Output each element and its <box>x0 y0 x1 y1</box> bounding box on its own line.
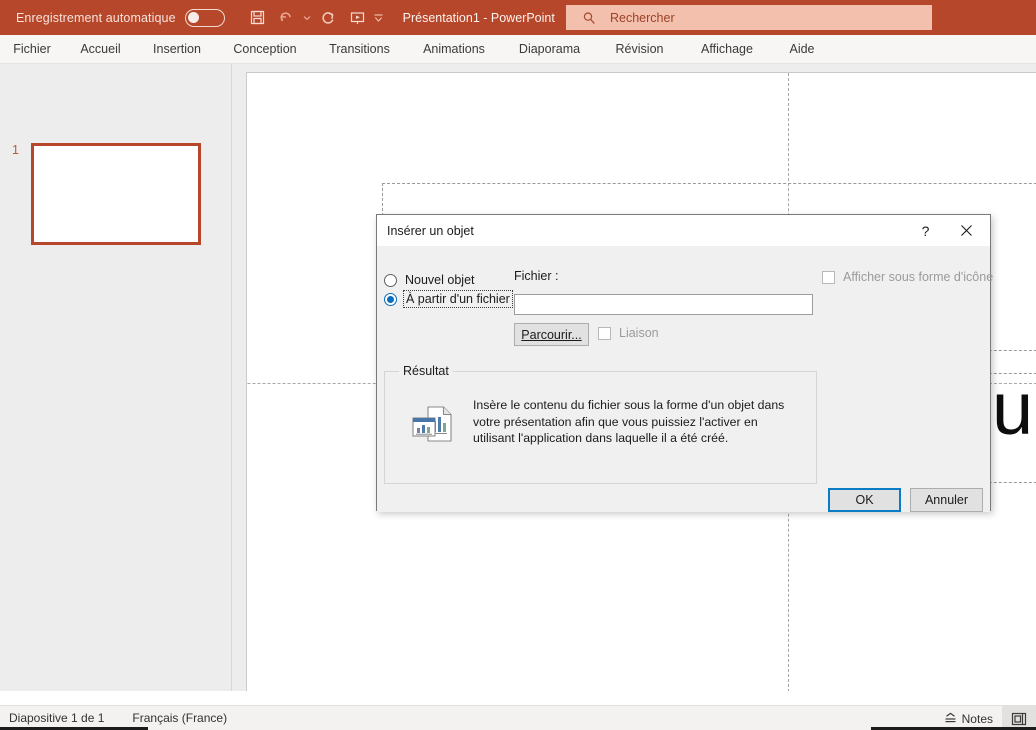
reading-view-icon <box>1011 712 1027 725</box>
link-checkbox-box <box>598 326 611 340</box>
help-icon[interactable]: ? <box>907 215 944 246</box>
browse-button-label: Parcourir... <box>521 327 582 342</box>
tab-conception[interactable]: Conception <box>233 35 296 64</box>
search-placeholder: Rechercher <box>610 10 675 25</box>
file-path-input[interactable] <box>514 294 813 315</box>
cancel-button[interactable]: Annuler <box>910 488 983 512</box>
notes-icon <box>945 712 956 722</box>
display-as-icon-checkbox[interactable]: Afficher sous forme d'icône <box>822 270 993 284</box>
ok-button-label: OK <box>855 493 874 507</box>
undo-icon[interactable] <box>272 5 301 31</box>
result-description: Insère le contenu du fichier sous la for… <box>473 398 785 445</box>
slide-number: 1 <box>12 143 19 157</box>
autosave-toggle[interactable] <box>184 8 225 27</box>
result-groupbox: Résultat Insère le contenu du fichier so <box>384 364 817 484</box>
radio-from-file-label: À partir d'un fichier <box>403 290 513 308</box>
status-slide-indicator[interactable]: Diapositive 1 de 1 <box>9 711 104 725</box>
display-as-icon-label: Afficher sous forme d'icône <box>843 270 994 284</box>
search-icon <box>583 11 595 24</box>
radio-new-object-label: Nouvel objet <box>405 273 475 287</box>
ribbon-tab-bar: Fichier Accueil Insertion Conception Tra… <box>0 35 1036 64</box>
link-checkbox[interactable]: Liaison <box>598 326 659 340</box>
insert-object-dialog: Insérer un objet ? Nouvel objet À partir… <box>376 214 993 512</box>
tab-aide[interactable]: Aide <box>789 35 814 64</box>
result-legend: Résultat <box>399 364 453 378</box>
tab-fichier[interactable]: Fichier <box>13 35 51 64</box>
save-icon[interactable] <box>243 5 272 31</box>
document-title: Présentation1 - PowerPoint <box>402 10 555 25</box>
radio-from-file-dot <box>387 295 394 303</box>
tab-animations[interactable]: Animations <box>423 35 485 64</box>
display-as-icon-box <box>822 270 835 284</box>
status-language[interactable]: Français (France) <box>132 711 227 725</box>
radio-from-file[interactable]: À partir d'un fichier <box>384 290 513 308</box>
link-checkbox-label: Liaison <box>619 326 659 340</box>
undo-dropdown-icon[interactable] <box>301 5 314 31</box>
close-icon[interactable] <box>948 215 985 246</box>
file-label: Fichier : <box>514 269 559 283</box>
ok-button[interactable]: OK <box>828 488 901 512</box>
notes-label: Notes <box>961 711 993 726</box>
cancel-button-label: Annuler <box>924 493 969 507</box>
radio-from-file-indicator <box>384 292 397 306</box>
tab-affichage[interactable]: Affichage <box>701 35 753 64</box>
radio-new-object[interactable]: Nouvel objet <box>384 273 475 287</box>
pane-splitter[interactable] <box>232 64 246 691</box>
autosave-toggle-knob <box>188 11 200 23</box>
document-chart-icon <box>412 406 452 442</box>
start-presentation-icon[interactable] <box>343 5 372 31</box>
customize-qat-icon[interactable] <box>372 5 385 31</box>
slide-visible-text: un <box>992 367 1036 450</box>
tab-revision[interactable]: Révision <box>616 35 664 64</box>
slide-thumbnail-1[interactable] <box>31 143 201 245</box>
tab-transitions[interactable]: Transitions <box>329 35 390 64</box>
radio-new-object-indicator <box>384 273 397 287</box>
tab-diaporama[interactable]: Diaporama <box>519 35 580 64</box>
powerpoint-window: Enregistrement automatique Présentation1… <box>0 0 1036 730</box>
slide-thumbnail-pane: 1 <box>0 64 232 691</box>
tab-accueil[interactable]: Accueil <box>80 35 120 64</box>
status-bar: Diapositive 1 de 1 Français (France) Not… <box>0 705 1036 730</box>
autosave-label: Enregistrement automatique <box>16 10 176 25</box>
redo-icon[interactable] <box>314 5 343 31</box>
dialog-title: Insérer un objet <box>387 223 474 238</box>
search-input[interactable]: Rechercher <box>566 5 932 30</box>
quick-access-toolbar <box>243 5 385 31</box>
dialog-body: Nouvel objet À partir d'un fichier Fichi… <box>377 246 993 512</box>
dialog-title-bar[interactable]: Insérer un objet ? <box>377 215 990 246</box>
tab-insertion[interactable]: Insertion <box>153 35 201 64</box>
browse-button[interactable]: Parcourir... <box>514 323 589 346</box>
title-bar: Enregistrement automatique Présentation1… <box>0 0 1036 35</box>
